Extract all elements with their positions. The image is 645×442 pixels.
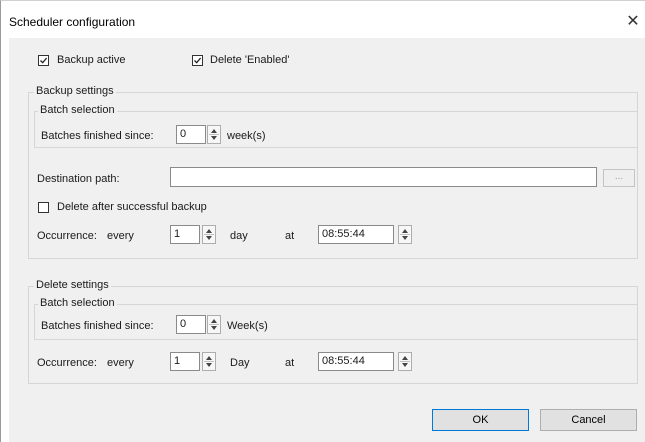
backup-batch-selection-title: Batch selection — [38, 104, 117, 116]
delete-enabled-checkbox[interactable] — [192, 55, 203, 66]
delete-batches-spinner[interactable] — [207, 315, 221, 334]
backup-batches-unit: week(s) — [227, 130, 266, 142]
delete-at-label: at — [285, 357, 295, 369]
backup-unit-label: day — [230, 230, 248, 242]
spin-down-icon[interactable] — [402, 236, 408, 240]
backup-settings-title: Backup settings — [34, 85, 116, 97]
destination-path-label: Destination path: — [37, 173, 120, 185]
backup-batches-label: Batches finished since: — [41, 130, 154, 142]
spin-down-icon[interactable] — [211, 136, 217, 140]
backup-active-label: Backup active — [57, 54, 126, 66]
delete-batch-selection-title: Batch selection — [38, 297, 117, 309]
backup-occurrence-label: Occurrence: — [37, 230, 97, 242]
delete-settings-title: Delete settings — [34, 279, 111, 291]
delete-every-input[interactable]: 1 — [170, 352, 200, 371]
dialog-title: Scheduler configuration — [9, 15, 136, 29]
backup-time-input[interactable]: 08:55:44 — [318, 225, 394, 244]
spin-down-icon[interactable] — [211, 326, 217, 330]
delete-batches-unit: Week(s) — [227, 320, 268, 332]
delete-after-backup-checkbox[interactable] — [38, 202, 49, 213]
checkmark-icon — [194, 57, 202, 64]
spin-down-icon[interactable] — [402, 363, 408, 367]
cancel-button[interactable]: Cancel — [540, 409, 637, 431]
delete-time-spinner[interactable] — [398, 352, 412, 371]
spin-down-icon[interactable] — [206, 236, 212, 240]
checkmark-icon — [40, 57, 48, 64]
backup-batches-spinner[interactable] — [207, 125, 221, 144]
spin-up-icon[interactable] — [206, 356, 212, 360]
delete-batches-label: Batches finished since: — [41, 320, 154, 332]
spin-down-icon[interactable] — [206, 363, 212, 367]
backup-time-spinner[interactable] — [398, 225, 412, 244]
title-bar: Scheduler configuration ✕ — [1, 1, 645, 39]
destination-path-input[interactable] — [170, 167, 597, 187]
backup-active-checkbox[interactable] — [38, 55, 49, 66]
spin-up-icon[interactable] — [211, 129, 217, 133]
delete-every-spinner[interactable] — [202, 352, 216, 371]
delete-occurrence-label: Occurrence: — [37, 357, 97, 369]
delete-batches-input[interactable]: 0 — [176, 315, 206, 334]
close-icon[interactable]: ✕ — [621, 11, 645, 33]
delete-enabled-label: Delete 'Enabled' — [210, 54, 290, 66]
backup-every-input[interactable]: 1 — [170, 225, 200, 244]
spin-up-icon[interactable] — [402, 229, 408, 233]
delete-after-backup-label: Delete after successful backup — [57, 201, 207, 213]
spin-up-icon[interactable] — [211, 319, 217, 323]
spin-up-icon[interactable] — [206, 229, 212, 233]
delete-every-label: every — [107, 357, 134, 369]
backup-every-spinner[interactable] — [202, 225, 216, 244]
browse-button[interactable]: ... — [603, 169, 635, 187]
ok-button[interactable]: OK — [432, 409, 529, 431]
backup-at-label: at — [285, 230, 295, 242]
backup-every-label: every — [107, 230, 134, 242]
delete-time-input[interactable]: 08:55:44 — [318, 352, 394, 371]
backup-batches-input[interactable]: 0 — [176, 125, 206, 144]
delete-unit-label: Day — [230, 357, 250, 369]
spin-up-icon[interactable] — [402, 356, 408, 360]
